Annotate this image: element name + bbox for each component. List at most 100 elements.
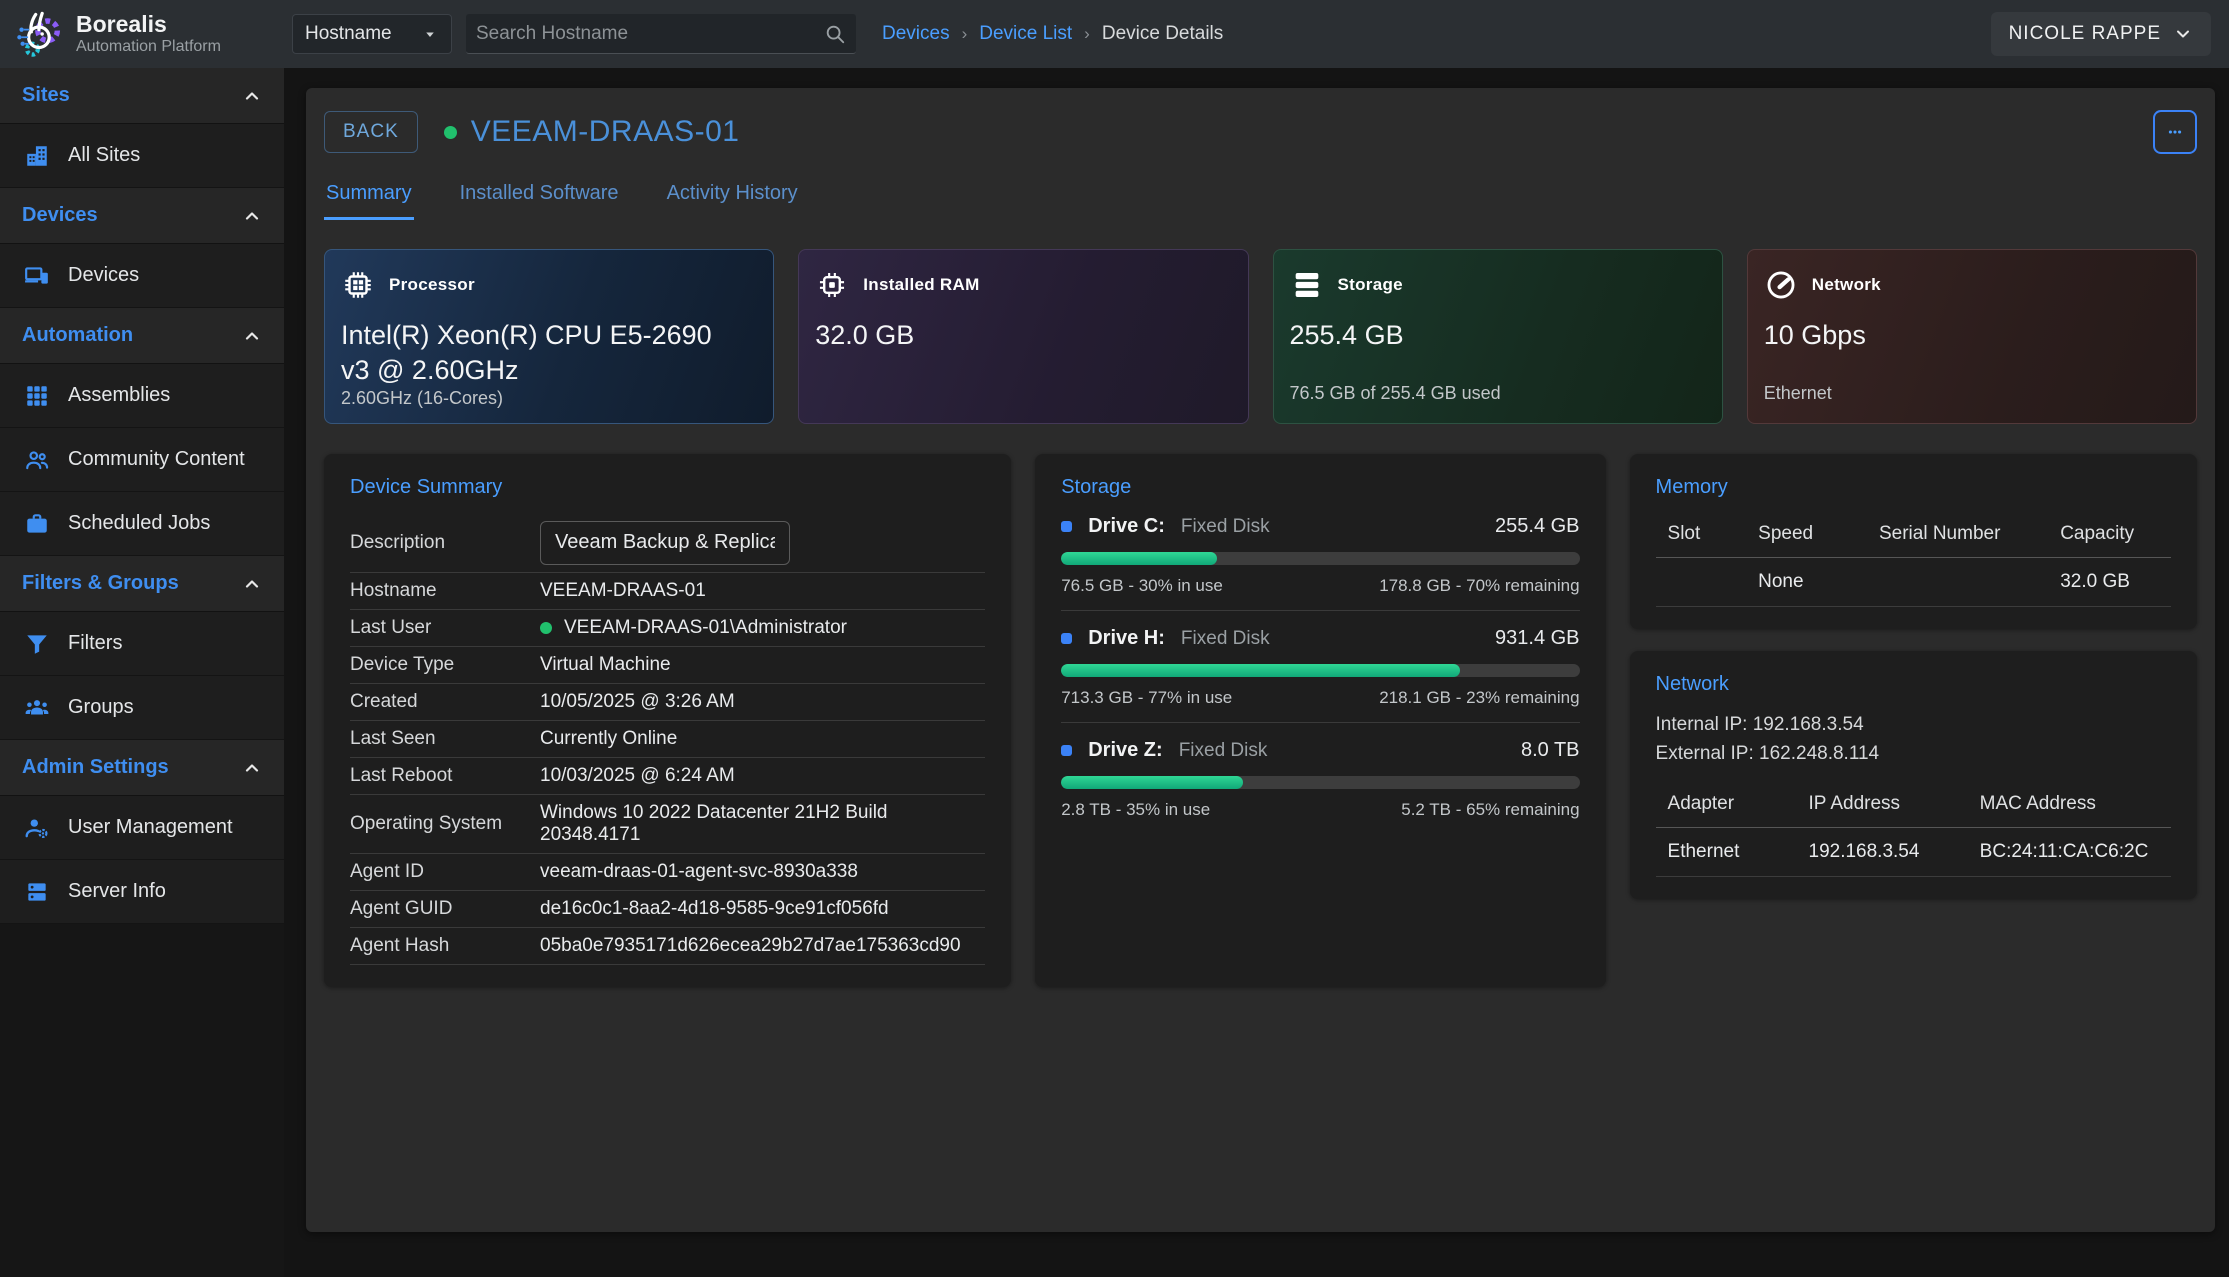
- breadcrumb-devices[interactable]: Devices: [882, 23, 950, 45]
- last-user-value: VEEAM-DRAAS-01\Administrator: [564, 617, 847, 639]
- processor-card: Processor Intel(R) Xeon(R) CPU E5-2690 v…: [324, 249, 774, 424]
- memory-table-header: Slot Speed Serial Number Capacity: [1656, 515, 2171, 558]
- stat-card-label: Network: [1812, 275, 1881, 295]
- section-label-admin-settings: Admin Settings: [22, 756, 169, 779]
- network-col-ip: IP Address: [1809, 793, 1980, 815]
- search-field-dropdown[interactable]: Hostname: [292, 14, 452, 54]
- storage-value: 255.4 GB: [1290, 318, 1670, 353]
- network-adapter-value: Ethernet: [1668, 841, 1809, 863]
- breadcrumb-separator: ›: [962, 24, 968, 44]
- description-label: Description: [350, 532, 540, 554]
- row-label: Agent GUID: [350, 898, 540, 920]
- sidebar-item-server-info[interactable]: Server Info: [0, 860, 284, 924]
- sidebar-item-groups[interactable]: Groups: [0, 676, 284, 740]
- summary-row-agent-id: Agent ID veeam-draas-01-agent-svc-8930a3…: [350, 854, 985, 891]
- drive-size: 8.0 TB: [1521, 739, 1580, 762]
- drive-bullet-icon: [1061, 633, 1072, 644]
- search-icon[interactable]: [824, 23, 846, 45]
- drive-usage-bar: [1061, 552, 1579, 565]
- back-button[interactable]: BACK: [324, 111, 418, 153]
- summary-row-device-type: Device Type Virtual Machine: [350, 647, 985, 684]
- tab-installed-software[interactable]: Installed Software: [458, 176, 621, 220]
- network-panel: Network Internal IP: 192.168.3.54 Extern…: [1630, 651, 2197, 899]
- row-value: Virtual Machine: [540, 654, 671, 676]
- sidebar-item-user-management[interactable]: User Management: [0, 796, 284, 860]
- description-input[interactable]: [540, 521, 790, 565]
- memory-col-slot: Slot: [1668, 523, 1759, 545]
- network-footer: Ethernet: [1764, 383, 2180, 405]
- sidebar-item-all-sites[interactable]: All Sites: [0, 124, 284, 188]
- memory-table-row: None 32.0 GB: [1656, 558, 2171, 607]
- search-box[interactable]: [466, 14, 856, 54]
- chevron-up-icon: [242, 86, 262, 106]
- summary-row-hostname: Hostname VEEAM-DRAAS-01: [350, 573, 985, 610]
- sidebar-item-community-content[interactable]: Community Content: [0, 428, 284, 492]
- breadcrumb-device-details: Device Details: [1102, 23, 1223, 45]
- user-gear-icon: [24, 815, 50, 841]
- search-input[interactable]: [476, 23, 824, 45]
- breadcrumb: Devices › Device List › Device Details: [882, 23, 1223, 45]
- tab-activity-history[interactable]: Activity History: [665, 176, 800, 220]
- drive-used-text: 76.5 GB - 30% in use: [1061, 576, 1223, 596]
- row-value: Currently Online: [540, 728, 677, 750]
- row-value: Windows 10 2022 Datacenter 21H2 Build 20…: [540, 802, 985, 846]
- cpu-icon: [341, 268, 375, 302]
- sidebar-section-sites[interactable]: Sites: [0, 68, 284, 124]
- device-header: BACK VEEAM-DRAAS-01: [324, 110, 2197, 154]
- more-options-button[interactable]: [2153, 110, 2197, 154]
- sidebar-item-label: All Sites: [68, 144, 140, 167]
- row-label: Last Seen: [350, 728, 540, 750]
- sidebar-item-label: User Management: [68, 816, 233, 839]
- network-value: 10 Gbps: [1764, 318, 2144, 353]
- breadcrumb-device-list[interactable]: Device List: [979, 23, 1072, 45]
- chevron-down-icon: [2173, 24, 2193, 44]
- device-details-card: BACK VEEAM-DRAAS-01 Summary Installed So…: [306, 88, 2215, 1232]
- people-icon: [24, 447, 50, 473]
- sidebar-section-admin-settings[interactable]: Admin Settings: [0, 740, 284, 796]
- drive-usage-bar: [1061, 664, 1579, 677]
- borealis-rabbit-logo-icon: [14, 8, 66, 60]
- drive-type: Fixed Disk: [1181, 628, 1270, 650]
- memory-panel: Memory Slot Speed Serial Number Capacity…: [1630, 454, 2197, 629]
- sidebar-item-scheduled-jobs[interactable]: Scheduled Jobs: [0, 492, 284, 556]
- installed-ram-card: Installed RAM 32.0 GB: [798, 249, 1248, 424]
- storage-panel-title: Storage: [1061, 476, 1579, 499]
- sidebar-item-label: Scheduled Jobs: [68, 512, 210, 535]
- sidebar-section-automation[interactable]: Automation: [0, 308, 284, 364]
- brand-logo-area[interactable]: Borealis Automation Platform: [0, 0, 284, 68]
- row-label: Last User: [350, 617, 540, 639]
- memory-serial-value: [1879, 571, 2060, 593]
- drive-usage-bar: [1061, 776, 1579, 789]
- storage-icon: [1290, 268, 1324, 302]
- sidebar-item-devices[interactable]: Devices: [0, 244, 284, 308]
- stat-cards: Processor Intel(R) Xeon(R) CPU E5-2690 v…: [324, 249, 2197, 424]
- drive-remaining-text: 218.1 GB - 23% remaining: [1379, 688, 1579, 708]
- network-table-header: Adapter IP Address MAC Address: [1656, 785, 2171, 828]
- sidebar-section-devices[interactable]: Devices: [0, 188, 284, 244]
- drive-size: 931.4 GB: [1495, 627, 1580, 650]
- drive-name: Drive H:: [1088, 627, 1165, 650]
- sidebar-item-filters[interactable]: Filters: [0, 612, 284, 676]
- drive-type: Fixed Disk: [1179, 740, 1268, 762]
- row-value: VEEAM-DRAAS-01\Administrator: [540, 617, 847, 639]
- brand-subtitle: Automation Platform: [76, 38, 221, 56]
- drive-usage-fill: [1061, 776, 1242, 789]
- memory-col-capacity: Capacity: [2060, 523, 2171, 545]
- row-value: VEEAM-DRAAS-01: [540, 580, 706, 602]
- summary-row-agent-hash: Agent Hash 05ba0e7935171d626ecea29b27d7a…: [350, 928, 985, 965]
- building-icon: [24, 143, 50, 169]
- sidebar-item-label: Filters: [68, 632, 122, 655]
- row-value: de16c0c1-8aa2-4d18-9585-9ce91cf056fd: [540, 898, 889, 920]
- ellipsis-icon: [2164, 121, 2186, 143]
- memory-slot-value: [1668, 571, 1759, 593]
- sidebar-section-filters-groups[interactable]: Filters & Groups: [0, 556, 284, 612]
- top-bar: Borealis Automation Platform Hostname De…: [0, 0, 2229, 68]
- summary-row-last-reboot: Last Reboot 10/03/2025 @ 6:24 AM: [350, 758, 985, 795]
- sidebar-item-assemblies[interactable]: Assemblies: [0, 364, 284, 428]
- right-panel-column: Memory Slot Speed Serial Number Capacity…: [1630, 454, 2197, 899]
- sidebar-item-label: Community Content: [68, 448, 245, 471]
- grid-icon: [24, 383, 50, 409]
- user-menu-button[interactable]: NICOLE RAPPE: [1991, 12, 2211, 56]
- tab-summary[interactable]: Summary: [324, 176, 414, 220]
- external-ip: External IP: 162.248.8.114: [1656, 739, 2171, 768]
